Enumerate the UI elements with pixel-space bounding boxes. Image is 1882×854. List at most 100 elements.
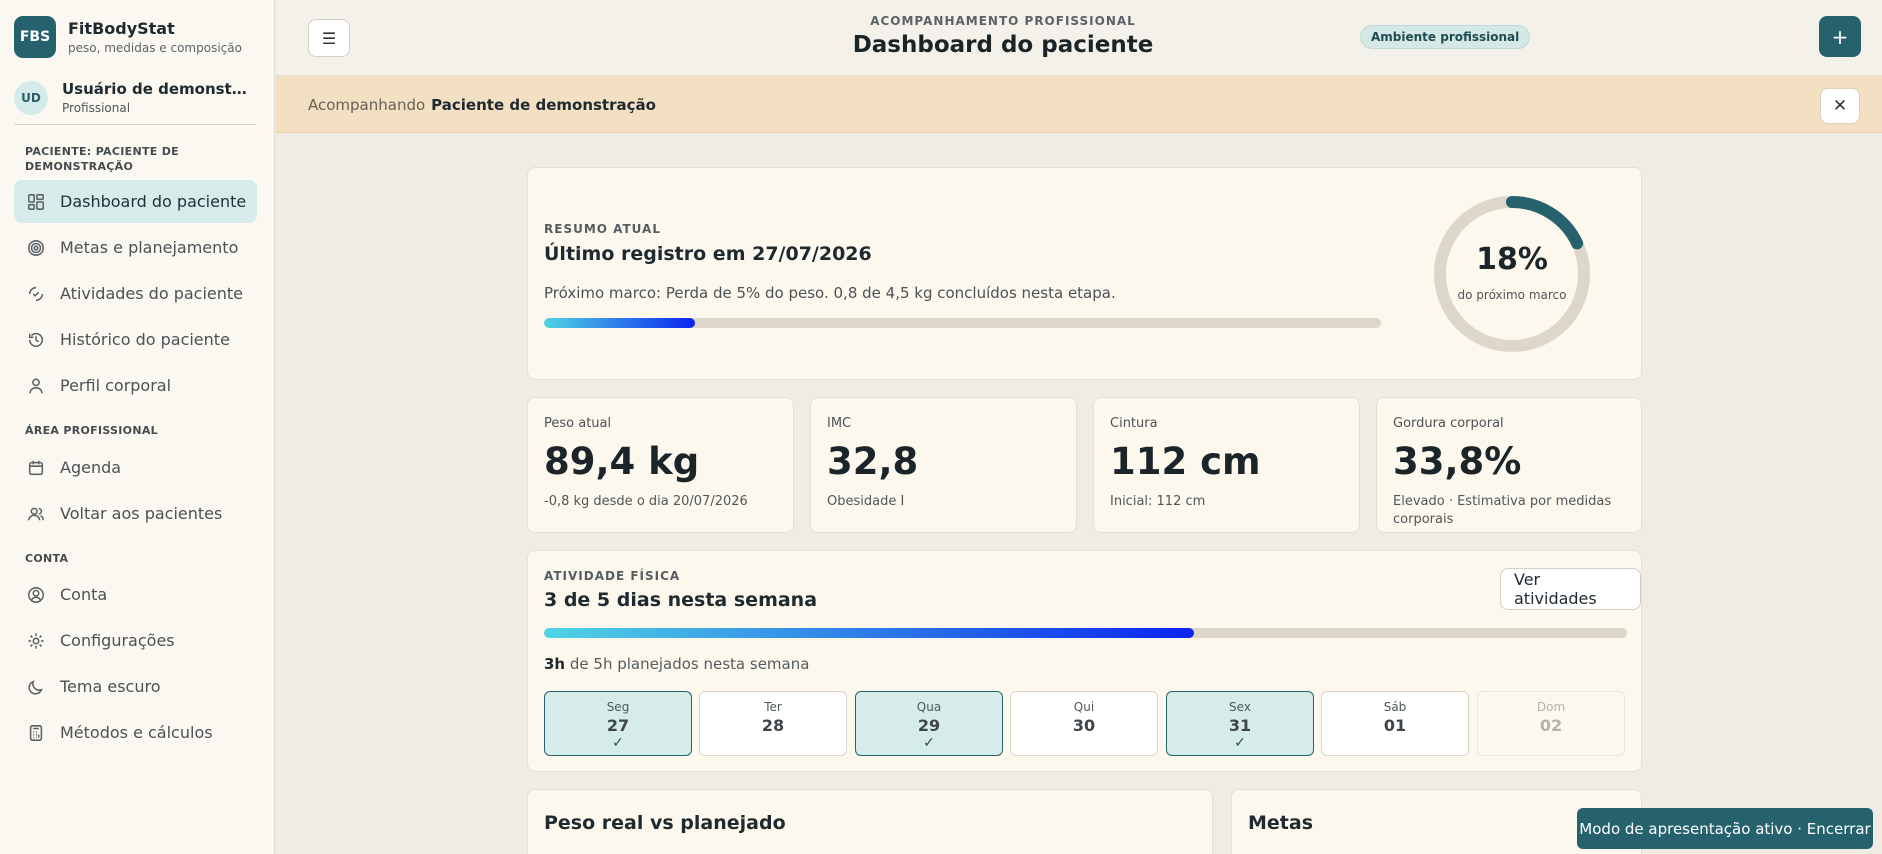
moon-icon: [26, 677, 46, 697]
add-button[interactable]: +: [1819, 16, 1861, 57]
gear-icon: [26, 631, 46, 651]
hours-planned: de 5h planejados nesta semana: [565, 655, 810, 673]
sidebar-item-perfil[interactable]: Perfil corporal: [14, 364, 257, 407]
metric-sub: Elevado · Estimativa por medidas corpora…: [1393, 494, 1612, 527]
day-name: Sáb: [1383, 700, 1407, 714]
sidebar-item-label: Histórico do paciente: [60, 330, 230, 349]
metric-value: 89,4 kg: [544, 440, 700, 483]
user-name: Usuário de demonstração: [62, 80, 252, 98]
sidebar-item-tema[interactable]: Tema escuro: [14, 665, 257, 708]
day-date: 30: [1072, 716, 1096, 735]
activity-card: ATIVIDADE FÍSICA 3 de 5 dias nesta seman…: [527, 550, 1642, 772]
day-name: Qua: [916, 700, 942, 714]
hours-done: 3h: [544, 655, 566, 673]
person-icon: [26, 376, 46, 396]
sidebar-item-label: Tema escuro: [60, 677, 161, 696]
milestone-ring: 18% do próximo marco: [1432, 194, 1592, 354]
metric-label: Peso atual: [544, 416, 612, 431]
day-date: 02: [1539, 716, 1563, 735]
user-circle-icon: [26, 585, 46, 605]
metric-sub: -0,8 kg desde o dia 20/07/2026: [544, 494, 748, 509]
day-date: 31: [1228, 716, 1252, 735]
presentation-mode-toast[interactable]: Modo de apresentação ativo · Encerrar: [1577, 808, 1873, 849]
activity-progress-fill: [544, 628, 1194, 638]
avatar: UD: [14, 80, 48, 115]
milestone-progress-fill: [544, 318, 695, 328]
top-bar: ☰ ACOMPANHAMENTO PROFISSIONAL Dashboard …: [276, 0, 1882, 76]
day-name: Dom: [1536, 700, 1566, 714]
patient-banner: Acompanhando Paciente de demonstração ✕: [276, 76, 1882, 133]
weight-chart-card: Peso real vs planejado: [527, 789, 1213, 854]
day-dom[interactable]: Dom 02: [1477, 691, 1625, 756]
sidebar-item-atividades[interactable]: Atividades do paciente: [14, 272, 257, 315]
calendar-icon: [26, 458, 46, 478]
sidebar-item-label: Métodos e cálculos: [60, 723, 213, 742]
day-qua[interactable]: Qua 29 ✓: [855, 691, 1003, 756]
day-seg[interactable]: Seg 27 ✓: [544, 691, 692, 756]
sidebar-item-label: Agenda: [60, 458, 122, 477]
dashboard-icon: [26, 192, 46, 212]
day-sex[interactable]: Sex 31 ✓: [1166, 691, 1314, 756]
milestone-progress-bar: [544, 318, 1381, 328]
metric-card-gordura: Gordura corporal 33,8% Elevado · Estimat…: [1376, 397, 1642, 533]
day-date: 28: [761, 716, 785, 735]
milestone-text: Próximo marco: Perda de 5% do peso. 0,8 …: [544, 284, 1116, 302]
day-name: Qui: [1073, 700, 1095, 714]
day-date: 01: [1383, 716, 1407, 735]
summary-eyebrow: RESUMO ATUAL: [544, 222, 661, 236]
summary-title: Último registro em 27/07/2026: [544, 243, 872, 265]
brand-subtitle: peso, medidas e composição: [68, 41, 242, 55]
brand[interactable]: FBS FitBodyStat peso, medidas e composiç…: [14, 16, 242, 58]
sidebar-item-configuracoes[interactable]: Configurações: [14, 619, 257, 662]
day-qui[interactable]: Qui 30: [1010, 691, 1158, 756]
brand-name: FitBodyStat: [68, 19, 175, 38]
sidebar-item-label: Metas e planejamento: [60, 238, 239, 257]
user-role: Profissional: [62, 101, 131, 115]
activity-icon: [26, 284, 46, 304]
brand-logo: FBS: [14, 16, 56, 58]
close-banner-button[interactable]: ✕: [1820, 88, 1860, 124]
sidebar-item-metodos[interactable]: Métodos e cálculos: [14, 711, 257, 754]
view-activities-button[interactable]: Ver atividades: [1500, 568, 1641, 610]
sidebar-item-label: Configurações: [60, 631, 175, 650]
activity-hours: 3h de 5h planejados nesta semana: [544, 655, 809, 673]
weight-chart-title: Peso real vs planejado: [544, 812, 786, 834]
users-icon: [26, 504, 46, 524]
metric-label: Cintura: [1110, 416, 1158, 431]
banner-text: Acompanhando Paciente de demonstração: [308, 96, 656, 114]
user-profile[interactable]: UD Usuário de demonstração Profissional: [14, 80, 256, 125]
sidebar-item-conta[interactable]: Conta: [14, 573, 257, 616]
banner-prefix: Acompanhando: [308, 96, 426, 114]
ring-value: 18%: [1476, 242, 1548, 277]
sidebar-item-dashboard[interactable]: Dashboard do paciente: [14, 180, 257, 223]
metric-sub: Inicial: 112 cm: [1110, 494, 1206, 509]
metric-card-imc: IMC 32,8 Obesidade I: [810, 397, 1077, 533]
banner-patient: Paciente de demonstração: [431, 96, 656, 114]
summary-card: RESUMO ATUAL Último registro em 27/07/20…: [527, 167, 1642, 380]
sidebar-item-historico[interactable]: Histórico do paciente: [14, 318, 257, 361]
metric-value: 112 cm: [1110, 440, 1261, 483]
check-icon: ✓: [923, 735, 935, 751]
sidebar-item-label: Voltar aos pacientes: [60, 504, 223, 523]
day-name: Sex: [1229, 700, 1251, 714]
day-date: 27: [606, 716, 630, 735]
history-icon: [26, 330, 46, 350]
section-label-patient: Paciente: Paciente de demonstração: [25, 145, 179, 173]
sidebar-item-agenda[interactable]: Agenda: [14, 446, 257, 489]
goals-title: Metas: [1248, 812, 1314, 834]
check-icon: ✓: [612, 735, 624, 751]
metric-label: Gordura corporal: [1393, 416, 1504, 431]
calculator-icon: [26, 723, 46, 743]
day-ter[interactable]: Ter 28: [699, 691, 847, 756]
metric-card-peso: Peso atual 89,4 kg -0,8 kg desde o dia 2…: [527, 397, 794, 533]
sidebar-item-pacientes[interactable]: Voltar aos pacientes: [14, 492, 257, 535]
sidebar-item-label: Perfil corporal: [60, 376, 172, 395]
sidebar-item-label: Conta: [60, 585, 108, 604]
section-label-account: Conta: [25, 552, 69, 565]
environment-badge: Ambiente profissional: [1360, 25, 1531, 49]
sidebar-item-metas[interactable]: Metas e planejamento: [14, 226, 257, 269]
day-name: Seg: [606, 700, 630, 714]
day-sab[interactable]: Sáb 01: [1321, 691, 1469, 756]
sidebar-item-label: Dashboard do paciente: [60, 192, 247, 211]
metric-sub: Obesidade I: [827, 494, 905, 509]
